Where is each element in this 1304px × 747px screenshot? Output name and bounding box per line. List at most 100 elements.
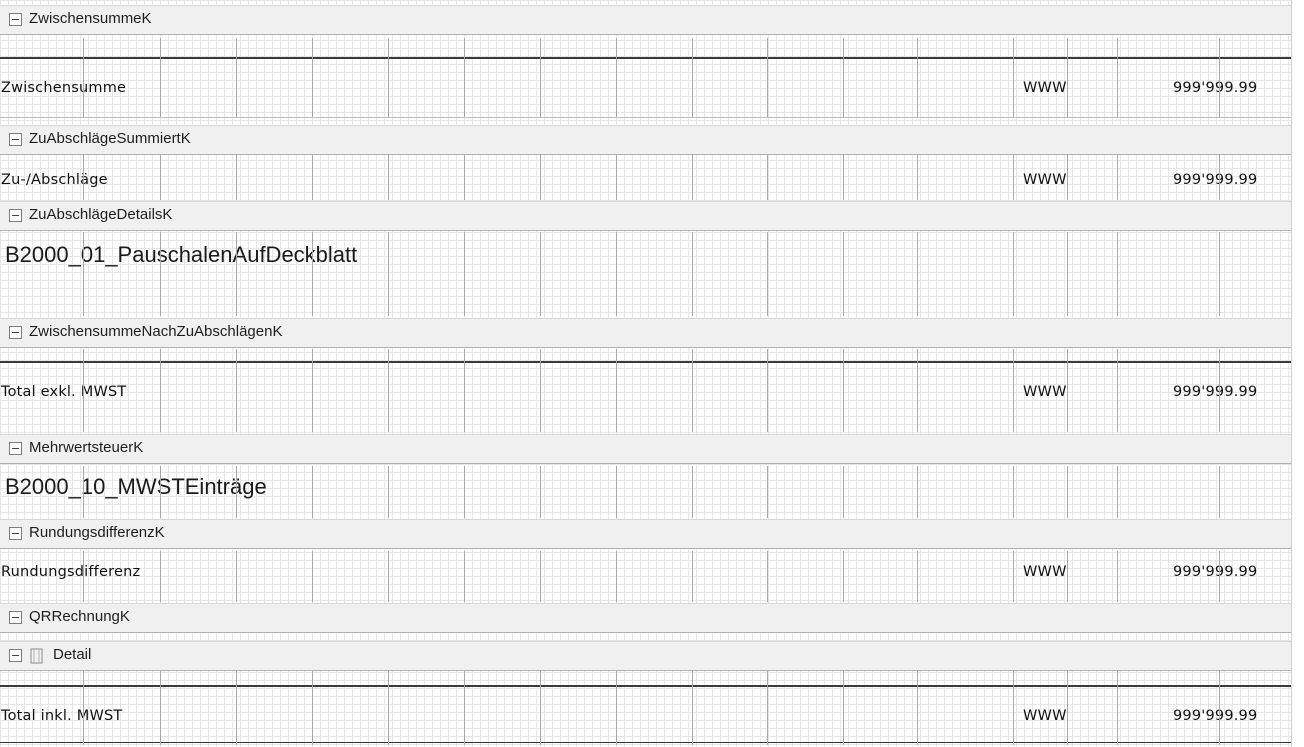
column-guide-line	[540, 154, 541, 200]
column-guide-line	[1219, 232, 1220, 316]
collapse-toggle-icon[interactable]	[9, 209, 22, 222]
collapse-toggle-icon[interactable]	[9, 649, 22, 662]
column-guide-line	[160, 671, 161, 745]
column-guide-line	[236, 551, 237, 602]
band-header-mehrwertsteuerk[interactable]: MehrwertsteuerK	[0, 434, 1291, 464]
column-guide-line	[160, 551, 161, 602]
column-guide-line	[1067, 38, 1068, 117]
designer-right-edge	[1291, 0, 1304, 747]
column-guide-line	[388, 551, 389, 602]
subreport-pauschalen[interactable]: B2000_01_PauschalenAufDeckblatt	[5, 242, 357, 268]
band-bottom-line	[0, 742, 1291, 743]
label-rundungsdifferenz[interactable]: Rundungsdifferenz	[1, 564, 140, 580]
column-guide-line	[83, 466, 84, 518]
currency-field[interactable]: WWW	[1023, 708, 1067, 724]
label-total-exkl-mwst[interactable]: Total exkl. MWST	[1, 384, 126, 400]
column-guide-line	[236, 466, 237, 518]
column-guide-line	[616, 232, 617, 316]
column-guide-line	[1219, 466, 1220, 518]
column-guide-line	[83, 154, 84, 200]
collapse-toggle-icon[interactable]	[9, 442, 22, 455]
column-guide-line	[464, 232, 465, 316]
column-guide-line	[692, 671, 693, 745]
band-header-detail[interactable]: Detail	[0, 641, 1291, 671]
band-title: QRRechnungK	[29, 608, 130, 625]
separator-line	[0, 361, 1291, 363]
column-guide-line	[692, 349, 693, 432]
column-guide-line	[917, 671, 918, 745]
column-guide-line	[236, 349, 237, 432]
collapse-toggle-icon[interactable]	[9, 326, 22, 339]
column-guide-line	[83, 551, 84, 602]
column-guide-line	[616, 38, 617, 117]
label-zwischensumme[interactable]: Zwischensumme	[1, 80, 126, 96]
column-guide-line	[616, 551, 617, 602]
column-guide-line	[692, 466, 693, 518]
band-bottom-line	[0, 117, 1291, 118]
column-guide-line	[767, 154, 768, 200]
band-title: MehrwertsteuerK	[29, 439, 144, 456]
column-guide-line	[917, 349, 918, 432]
column-guide-line	[843, 154, 844, 200]
amount-field[interactable]: 999'999.99	[1173, 384, 1257, 400]
column-guide-line	[236, 154, 237, 200]
column-guide-line	[540, 671, 541, 745]
column-guide-line	[388, 154, 389, 200]
column-guide-line	[388, 232, 389, 316]
report-designer-surface[interactable]: ZwischensummeK Zwischensumme WWW 999'999…	[0, 0, 1291, 747]
column-guide-line	[312, 154, 313, 200]
column-guide-line	[1117, 671, 1118, 745]
column-guide-line	[692, 38, 693, 117]
band-header-qrrechnungk[interactable]: QRRechnungK	[0, 603, 1291, 633]
currency-field[interactable]: WWW	[1023, 172, 1067, 188]
column-guide-line	[83, 671, 84, 745]
column-guide-line	[83, 349, 84, 432]
column-guide-line	[692, 154, 693, 200]
column-guide-line	[464, 349, 465, 432]
separator-line	[0, 685, 1291, 687]
column-guide-line	[692, 551, 693, 602]
subreport-mwsteintraege[interactable]: B2000_10_MWSTEinträge	[5, 474, 267, 500]
collapse-toggle-icon[interactable]	[9, 13, 22, 26]
column-guide-line	[160, 154, 161, 200]
column-guide-line	[917, 232, 918, 316]
currency-field[interactable]: WWW	[1023, 80, 1067, 96]
label-total-inkl-mwst[interactable]: Total inkl. MWST	[1, 708, 122, 724]
band-header-rundungsdifferenzk[interactable]: RundungsdifferenzK	[0, 519, 1291, 549]
band-header-zwischensummenachzuabschlaegenk[interactable]: ZwischensummeNachZuAbschlägenK	[0, 318, 1291, 348]
column-guide-line	[388, 349, 389, 432]
band-header-zuabschlaegesummiertk[interactable]: ZuAbschlägeSummiertK	[0, 125, 1291, 155]
column-guide-line	[1013, 349, 1014, 432]
band-title: ZuAbschlägeDetailsK	[29, 206, 173, 223]
column-guide-line	[843, 466, 844, 518]
separator-line	[0, 57, 1291, 59]
label-zu-abschlaege[interactable]: Zu-/Abschläge	[1, 172, 108, 188]
band-title: ZwischensummeK	[29, 10, 152, 27]
column-guide-line	[540, 349, 541, 432]
column-guide-line	[312, 349, 313, 432]
currency-field[interactable]: WWW	[1023, 384, 1067, 400]
band-header-zwischensummek[interactable]: ZwischensummeK	[0, 5, 1291, 35]
amount-field[interactable]: 999'999.99	[1173, 564, 1257, 580]
amount-field[interactable]: 999'999.99	[1173, 708, 1257, 724]
band-header-zuabschlaegedetailsk[interactable]: ZuAbschlägeDetailsK	[0, 201, 1291, 231]
column-guide-line	[83, 38, 84, 117]
collapse-toggle-icon[interactable]	[9, 133, 22, 146]
column-guide-line	[388, 671, 389, 745]
column-guide-line	[312, 232, 313, 316]
column-guide-line	[1067, 671, 1068, 745]
column-guide-line	[616, 466, 617, 518]
amount-field[interactable]: 999'999.99	[1173, 172, 1257, 188]
band-title: RundungsdifferenzK	[29, 524, 165, 541]
amount-field[interactable]: 999'999.99	[1173, 80, 1257, 96]
currency-field[interactable]: WWW	[1023, 564, 1067, 580]
column-guide-line	[1117, 466, 1118, 518]
column-guide-line	[160, 349, 161, 432]
column-guide-line	[616, 671, 617, 745]
column-guide-line	[160, 466, 161, 518]
column-guide-line	[767, 38, 768, 117]
column-guide-line	[1219, 551, 1220, 602]
collapse-toggle-icon[interactable]	[9, 527, 22, 540]
collapse-toggle-icon[interactable]	[9, 611, 22, 624]
column-guide-line	[1117, 551, 1118, 602]
